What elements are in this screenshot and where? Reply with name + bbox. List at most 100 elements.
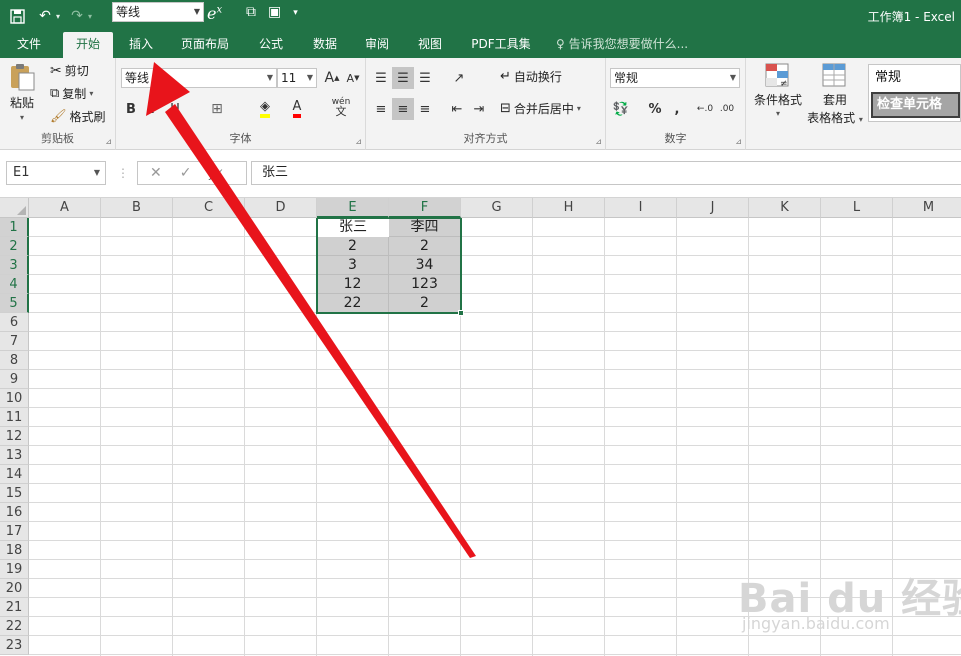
redo-icon[interactable]: ↷ <box>66 5 88 27</box>
formula-input[interactable]: 张三 <box>251 161 961 185</box>
conditional-formatting-button[interactable]: ≠ 条件格式 ▾ <box>750 62 806 118</box>
row-header-15[interactable]: 15 <box>0 484 29 503</box>
row-header-22[interactable]: 22 <box>0 617 29 636</box>
number-format-combo[interactable]: 常规 ▼ <box>610 68 740 88</box>
row-header-16[interactable]: 16 <box>0 503 29 522</box>
cell-e4[interactable]: 12 <box>317 275 389 294</box>
column-header-b[interactable]: B <box>101 198 173 218</box>
enter-icon[interactable]: ✓ <box>180 165 192 181</box>
font-size-combo[interactable]: 11 ▼ <box>277 68 317 88</box>
italic-button[interactable]: I <box>142 98 164 120</box>
decrease-indent-button[interactable]: ⇤ <box>446 98 468 120</box>
style-check-cell[interactable]: 检查单元格 <box>871 92 960 118</box>
format-painter-button[interactable]: 🖌 格式刷 <box>50 108 106 125</box>
increase-decimal-button[interactable]: ←.0 <box>694 98 716 120</box>
column-header-l[interactable]: L <box>821 198 893 218</box>
name-box[interactable]: E1 ▼ <box>6 161 106 185</box>
tab-pdf-tools[interactable]: PDF工具集 <box>462 32 540 58</box>
column-header-d[interactable]: D <box>245 198 317 218</box>
fill-color-button[interactable]: ◈ <box>254 98 276 120</box>
cell-e3[interactable]: 3 <box>317 256 389 275</box>
cell-e2[interactable]: 2 <box>317 237 389 256</box>
dialog-launcher-icon[interactable]: ⊿ <box>595 137 602 146</box>
dialog-launcher-icon[interactable]: ⊿ <box>735 137 742 146</box>
cell-f2[interactable]: 2 <box>389 237 461 256</box>
bold-button[interactable]: B <box>120 98 142 120</box>
comma-button[interactable]: , <box>666 98 688 120</box>
cell-e5[interactable]: 22 <box>317 294 389 313</box>
align-middle-button[interactable]: ☰ <box>392 67 414 89</box>
cell-f4[interactable]: 123 <box>389 275 461 294</box>
tab-formulas[interactable]: 公式 <box>250 32 292 58</box>
font-name-combo[interactable]: 等线 ▼ <box>121 68 277 88</box>
merge-center-button[interactable]: ⊟ 合并后居中 ▾ <box>500 100 581 117</box>
row-header-7[interactable]: 7 <box>0 332 29 351</box>
column-header-m[interactable]: M <box>893 198 961 218</box>
align-top-button[interactable]: ☰ <box>370 67 392 89</box>
undo-dropdown-icon[interactable]: ▾ <box>56 12 60 21</box>
dialog-launcher-icon[interactable]: ⊿ <box>105 137 112 146</box>
column-header-h[interactable]: H <box>533 198 605 218</box>
column-header-i[interactable]: I <box>605 198 677 218</box>
tab-insert[interactable]: 插入 <box>118 32 164 58</box>
insert-function-icon[interactable]: fx <box>209 165 222 181</box>
shrink-font-button[interactable]: A ▼ <box>342 67 364 89</box>
cell-e1[interactable]: 张三 <box>317 218 389 237</box>
increase-indent-button[interactable]: ⇥ <box>468 98 490 120</box>
dialog-launcher-icon[interactable]: ⊿ <box>355 137 362 146</box>
row-header-5[interactable]: 5 <box>0 294 29 313</box>
row-header-10[interactable]: 10 <box>0 389 29 408</box>
align-right-button[interactable]: ≡ <box>414 98 436 120</box>
row-header-6[interactable]: 6 <box>0 313 29 332</box>
format-as-table-button[interactable]: 套用 表格格式 ▾ <box>804 62 866 126</box>
row-header-17[interactable]: 17 <box>0 522 29 541</box>
wrap-text-button[interactable]: ↵ 自动换行 <box>500 68 562 85</box>
column-header-g[interactable]: G <box>461 198 533 218</box>
fill-handle[interactable] <box>458 310 464 316</box>
tab-view[interactable]: 视图 <box>409 32 451 58</box>
align-center-button[interactable]: ≡ <box>392 98 414 120</box>
column-header-j[interactable]: J <box>677 198 749 218</box>
copy-button[interactable]: ⧉ 复制 ▾ <box>50 85 93 102</box>
row-header-2[interactable]: 2 <box>0 237 29 256</box>
row-header-21[interactable]: 21 <box>0 598 29 617</box>
row-header-18[interactable]: 18 <box>0 541 29 560</box>
cell-f1[interactable]: 李四 <box>389 218 461 237</box>
cell-f3[interactable]: 34 <box>389 256 461 275</box>
grow-font-button[interactable]: A ▲ <box>321 67 343 89</box>
undo-icon[interactable]: ↶ <box>34 5 56 27</box>
percent-button[interactable]: % <box>644 98 666 120</box>
orientation-button[interactable]: ↗ <box>448 67 470 89</box>
row-header-1[interactable]: 1 <box>0 218 29 237</box>
align-left-button[interactable]: ≡ <box>370 98 392 120</box>
underline-button[interactable]: U <box>164 98 186 120</box>
cell-f5[interactable]: 2 <box>389 294 461 313</box>
row-header-23[interactable]: 23 <box>0 636 29 655</box>
select-all-button[interactable] <box>0 198 29 218</box>
screenshot-icon[interactable]: ▣ <box>268 4 281 22</box>
column-header-c[interactable]: C <box>173 198 245 218</box>
tab-home[interactable]: 开始 <box>63 32 113 58</box>
align-bottom-button[interactable]: ☰ <box>414 67 436 89</box>
equation-icon[interactable]: ex <box>207 4 222 23</box>
row-header-19[interactable]: 19 <box>0 560 29 579</box>
column-header-k[interactable]: K <box>749 198 821 218</box>
column-header-a[interactable]: A <box>29 198 101 218</box>
save-icon[interactable] <box>6 5 28 27</box>
formula-bar-splitter[interactable]: ⋮ <box>117 166 129 180</box>
font-color-button[interactable]: A <box>286 98 308 120</box>
row-header-11[interactable]: 11 <box>0 408 29 427</box>
tab-page-layout[interactable]: 页面布局 <box>172 32 238 58</box>
row-header-8[interactable]: 8 <box>0 351 29 370</box>
style-normal[interactable]: 常规 <box>871 67 960 89</box>
row-header-20[interactable]: 20 <box>0 579 29 598</box>
paste-button[interactable]: 粘贴 ▾ <box>8 62 36 122</box>
row-header-13[interactable]: 13 <box>0 446 29 465</box>
phonetic-button[interactable]: wén 文 <box>330 96 352 118</box>
column-header-f[interactable]: F <box>389 198 461 218</box>
tab-file[interactable]: 文件 <box>6 32 52 58</box>
copy-format-icon[interactable]: ⧉ <box>246 4 256 22</box>
customize-qat-icon[interactable]: ▾ <box>293 4 298 22</box>
tab-data[interactable]: 数据 <box>304 32 346 58</box>
decrease-decimal-button[interactable]: .00 <box>716 98 738 120</box>
